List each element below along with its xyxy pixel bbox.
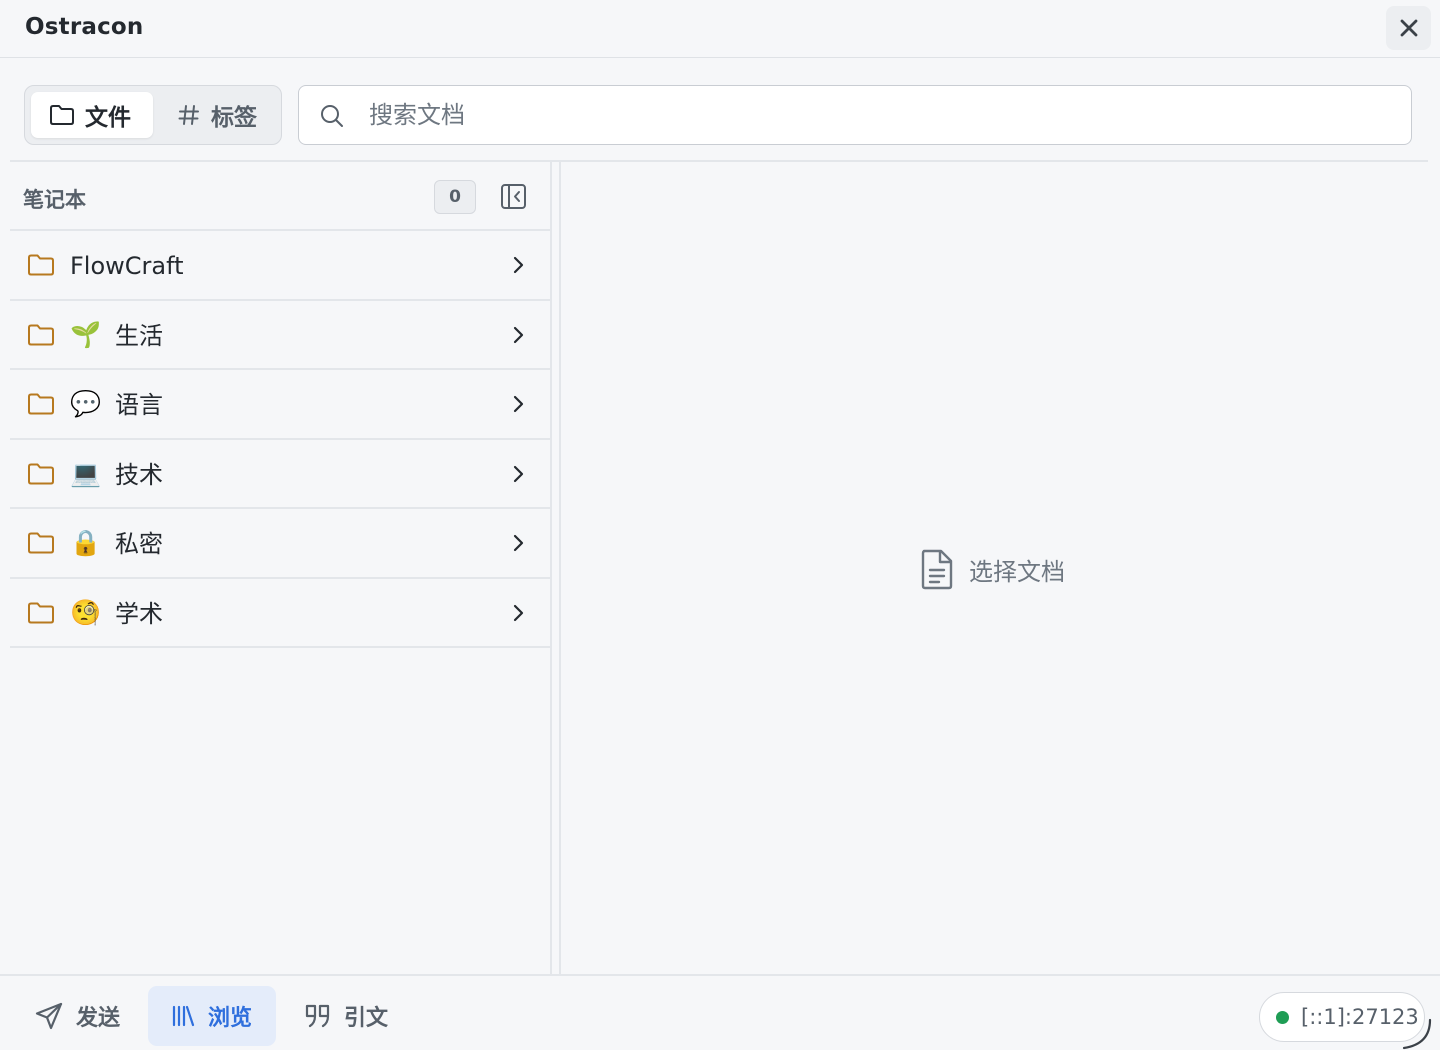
- notebook-emoji: 💻: [70, 458, 102, 488]
- notebook-item-tech[interactable]: 💻 技术: [10, 440, 550, 509]
- nav-browse-button[interactable]: 浏览: [148, 986, 276, 1046]
- pane-resize-handle[interactable]: [550, 162, 561, 974]
- nav-send-button[interactable]: 发送: [22, 986, 137, 1046]
- search-icon: [321, 105, 343, 127]
- sidebar-header: 笔记本 0: [10, 162, 550, 231]
- chevron-right-icon: [513, 534, 524, 552]
- tab-files-label: 文件: [85, 105, 131, 131]
- folder-icon: [28, 393, 54, 415]
- notebook-item-academic[interactable]: 🧐 学术: [10, 579, 550, 648]
- close-button[interactable]: [1386, 6, 1431, 50]
- resize-grip-icon[interactable]: [1400, 1016, 1434, 1050]
- folder-icon: [28, 602, 54, 623]
- folder-icon: [28, 254, 54, 276]
- document-icon: [921, 549, 953, 590]
- empty-state-text: 选择文档: [969, 557, 1065, 586]
- tab-tags[interactable]: 标签: [163, 92, 275, 138]
- quote-icon: [305, 1004, 330, 1028]
- status-dot-icon: [1276, 1010, 1289, 1024]
- notebook-item-private[interactable]: 🔒 私密: [10, 509, 550, 579]
- notebook-item-life[interactable]: 🌱 生活: [10, 301, 550, 370]
- nav-send-label: 发送: [76, 1006, 121, 1031]
- search-input[interactable]: [369, 96, 1389, 134]
- bottom-nav: 发送 浏览 引文 [::1]:27123: [0, 974, 1440, 1050]
- notebook-emoji: 🔒: [70, 528, 102, 557]
- notebook-name: 技术: [115, 460, 163, 489]
- nav-cite-button[interactable]: 引文: [292, 986, 407, 1046]
- close-icon: [1400, 19, 1417, 37]
- notebook-item-flowcraft[interactable]: FlowCraft: [10, 231, 550, 301]
- view-toggle: 文件 标签: [24, 85, 282, 145]
- chevron-right-icon: [513, 326, 524, 343]
- selected-count-badge: 0: [434, 180, 476, 214]
- folder-icon: [28, 324, 54, 345]
- tab-files[interactable]: 文件: [31, 92, 153, 138]
- chevron-right-icon: [513, 604, 524, 621]
- folder-icon: [28, 532, 54, 554]
- document-pane: 选择文档: [561, 162, 1440, 974]
- title-bar: Ostracon: [0, 0, 1440, 58]
- notebook-name: 学术: [115, 599, 163, 628]
- notebook-name: 私密: [115, 530, 163, 558]
- chevron-right-icon: [513, 395, 524, 413]
- chevron-right-icon: [513, 465, 524, 482]
- empty-state: 选择文档: [919, 548, 1065, 590]
- library-icon: [172, 1005, 195, 1027]
- hash-icon: [178, 105, 199, 125]
- chevron-right-icon: [513, 256, 524, 274]
- notebook-emoji: 🌱: [70, 319, 102, 349]
- notebook-emoji: 🧐: [70, 597, 102, 627]
- tab-tags-label: 标签: [211, 105, 257, 131]
- notebook-name: FlowCraft: [70, 252, 184, 280]
- send-icon: [35, 1002, 63, 1030]
- app-title: Ostracon: [25, 14, 144, 40]
- notebook-sidebar: 笔记本 0 FlowCraft 🌱 生活 💬 语言 💻 技术 🔒 私密 🧐 学术: [10, 162, 550, 974]
- folder-icon: [28, 463, 54, 484]
- notebook-name: 语言: [115, 391, 163, 419]
- notebook-item-language[interactable]: 💬 语言: [10, 370, 550, 440]
- notebook-name: 生活: [115, 321, 163, 350]
- folder-icon: [50, 105, 74, 125]
- sidebar-title: 笔记本: [23, 188, 86, 212]
- notebook-emoji: 💬: [70, 389, 102, 418]
- notebook-list: FlowCraft 🌱 生活 💬 语言 💻 技术 🔒 私密 🧐 学术: [10, 231, 550, 648]
- sidebar-collapse-icon[interactable]: [500, 183, 527, 210]
- search-box: [298, 85, 1412, 145]
- nav-browse-label: 浏览: [208, 1006, 253, 1031]
- nav-cite-label: 引文: [344, 1006, 389, 1031]
